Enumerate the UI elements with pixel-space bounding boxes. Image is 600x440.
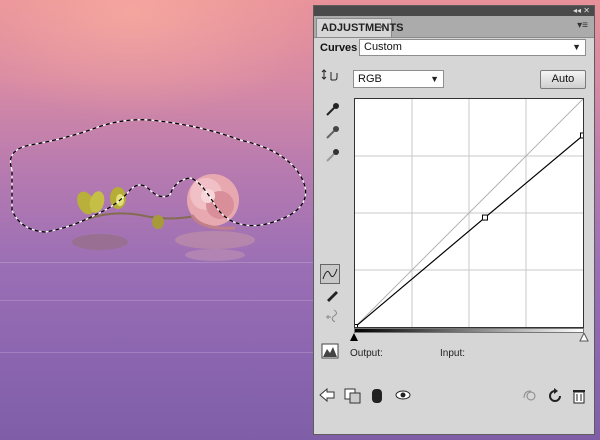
adjustments-panel: ◂◂ ✕ ADJUSTMENTS × ▾≡ Curves Custom ▼ RG…: [313, 5, 595, 435]
tab-adjustments-label: ADJUSTMENTS: [321, 22, 404, 34]
clip-to-layer-icon[interactable]: [344, 388, 362, 406]
panel-bottom-toolbar: [314, 382, 594, 412]
pencil-draw-icon[interactable]: [322, 287, 342, 307]
channel-dropdown[interactable]: RGB ▼: [353, 70, 444, 88]
curve-points-icon[interactable]: [320, 264, 340, 284]
view-previous-icon[interactable]: [520, 388, 538, 406]
input-sliders: [350, 333, 589, 342]
back-arrow-icon[interactable]: [318, 387, 336, 406]
curve-control-point[interactable]: [352, 324, 358, 330]
eyedropper-white-icon[interactable]: [322, 148, 342, 168]
input-label: Input:: [440, 348, 466, 359]
visibility-eye-icon[interactable]: [394, 388, 412, 406]
chevron-down-icon: ▼: [430, 74, 439, 84]
smooth-curve-icon[interactable]: [322, 307, 342, 327]
curves-graph[interactable]: [352, 98, 586, 330]
tab-adjustments[interactable]: ADJUSTMENTS ×: [316, 18, 404, 37]
canvas-artwork: [9, 119, 307, 261]
eyedropper-gray-icon[interactable]: [322, 125, 342, 145]
adjustment-type-label: Curves: [320, 42, 358, 54]
curve-control-point[interactable]: [580, 132, 586, 139]
auto-button[interactable]: Auto: [540, 70, 586, 89]
curve-control-point[interactable]: [481, 214, 488, 221]
black-point-slider[interactable]: [350, 333, 358, 341]
panel-collapse-close-buttons[interactable]: ◂◂ ✕: [573, 6, 590, 16]
channel-value: RGB: [358, 73, 382, 85]
on-image-adjust-icon[interactable]: [320, 68, 340, 88]
yellow-buds: [77, 187, 164, 229]
histogram-warning-icon[interactable]: [320, 343, 340, 363]
preset-dropdown[interactable]: Custom ▼: [359, 39, 586, 56]
tab-close-icon[interactable]: ×: [379, 19, 385, 37]
layer-mask-icon[interactable]: [368, 388, 386, 406]
panel-menu-icon[interactable]: ▾≡: [577, 20, 588, 31]
eyedropper-black-icon[interactable]: [322, 102, 342, 122]
delete-icon[interactable]: [570, 388, 588, 406]
white-point-slider[interactable]: [579, 333, 589, 342]
curves-graph-svg: [352, 98, 586, 330]
panel-tab-row: ADJUSTMENTS × ▾≡: [314, 16, 594, 38]
panel-titlebar: ◂◂ ✕: [314, 6, 594, 16]
output-label: Output:: [350, 348, 383, 359]
reset-icon[interactable]: [546, 388, 564, 406]
chevron-down-icon: ▼: [572, 42, 581, 52]
preset-value: Custom: [364, 41, 402, 53]
